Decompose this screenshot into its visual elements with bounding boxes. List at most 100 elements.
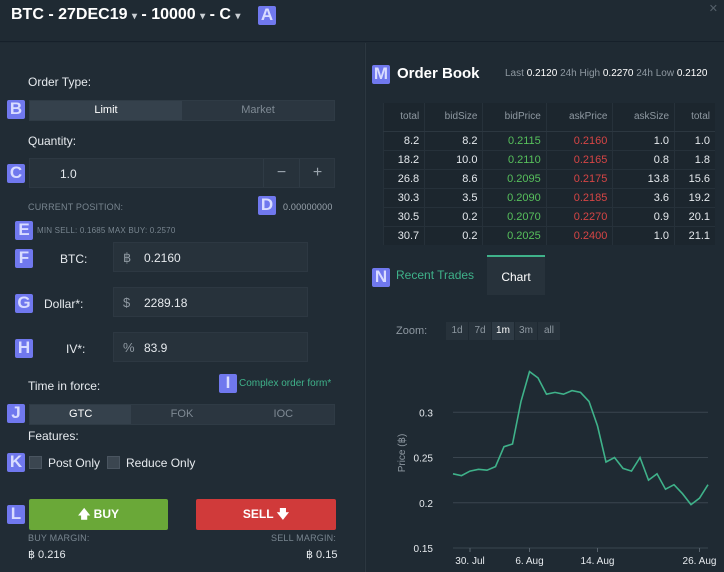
dollar-label: Dollar*: [44,297,84,311]
header: BTC - 27DEC19 ▾ - 10000 ▾ - C ▾ ✕ [0,0,724,42]
high-price: 0.2270 [602,68,634,79]
annotation-marker-b: B [7,100,25,119]
table-row[interactable]: 8.2 8.2 0.2115 0.2160 1.0 1.0 [382,130,715,150]
col-ask-price: askPrice [545,103,613,132]
table-row[interactable]: 26.8 8.6 0.2095 0.2175 13.8 15.6 [382,168,715,188]
annotation-marker-i: I [219,374,237,393]
tif-gtc[interactable]: GTC [30,405,132,424]
sell-margin-label: SELL MARGIN: [271,533,337,543]
arrow-up-icon: 🡅 [77,507,91,521]
close-icon[interactable]: ✕ [709,2,718,15]
arrow-down-icon: 🡇 [276,507,290,521]
sell-button-label: SELL [242,507,274,521]
dollar-icon: $ [123,295,131,310]
price-chart[interactable]: 0.3 0.25 0.2 0.15 30. Jul 6. Aug 14. Aug 26. Au… [383,348,718,568]
quantity-label: Quantity: [28,134,77,148]
x-tick-label: 6. Aug [515,556,543,567]
bitcoin-icon: ฿ [123,250,132,265]
strike-selector[interactable]: 10000 [151,6,196,23]
zoom-3m[interactable]: 3m [515,322,537,340]
y-tick-label: 0.3 [419,408,433,419]
quantity-stepper: 1.0 − + [29,158,335,188]
col-total-bid: total [382,103,425,132]
buy-button-label: BUY [93,507,120,521]
y-axis-label: Price (฿) [397,434,408,473]
buy-margin-value: ฿ 0.216 [28,549,66,561]
order-type-market[interactable]: Market [182,101,334,120]
percent-icon: % [123,340,135,355]
table-row[interactable]: 30.7 0.2 0.2025 0.2400 1.0 21.1 [382,225,715,245]
quantity-input[interactable]: 1.0 [60,167,77,181]
order-form-panel: Order Type: Limit Market Quantity: 1.0 −… [0,43,364,572]
annotation-marker-f: F [15,249,33,268]
x-tick-label: 30. Jul [455,556,484,567]
reduce-only-checkbox[interactable] [107,456,120,469]
tab-chart[interactable]: Chart [487,255,545,295]
dollar-price-field[interactable]: $ 2289.18 [113,287,308,317]
current-position-label: CURRENT POSITION: [28,202,124,212]
post-only-checkbox[interactable] [29,456,42,469]
tif-fok[interactable]: FOK [131,405,232,424]
chevron-down-icon[interactable]: ▾ [235,11,240,22]
reduce-only-label: Reduce Only [126,456,196,470]
annotation-marker-l: L [7,505,25,524]
zoom-all[interactable]: all [538,322,560,340]
annotation-marker-j: J [7,404,25,423]
table-row[interactable]: 30.3 3.5 0.2090 0.2185 3.6 19.2 [382,187,715,207]
x-tick-label: 26. Aug [683,556,717,567]
current-position-value: 0.00000000 [283,202,333,212]
price-series-line [452,370,709,506]
col-bid-size: bidSize [424,103,483,132]
tif-ioc[interactable]: IOC [233,405,334,424]
low-price: 0.2120 [676,68,708,79]
iv-label: IV*: [66,342,86,356]
expiry-selector[interactable]: 27DEC19 [58,6,127,23]
annotation-marker-c: C [7,164,25,183]
annotation-marker-h: H [15,339,33,358]
btc-price-field[interactable]: ฿ 0.2160 [113,242,308,272]
last-price: 0.2120 [526,68,558,79]
x-tick-label: 14. Aug [581,556,615,567]
buy-button[interactable]: 🡅 BUY [29,499,168,530]
zoom-1m[interactable]: 1m [492,322,514,340]
complex-order-link[interactable]: Complex order form* [239,378,331,389]
iv-value[interactable]: 83.9 [144,341,167,355]
decrement-button[interactable]: − [263,159,299,187]
zoom-label: Zoom: [396,325,428,337]
instrument-title[interactable]: BTC - 27DEC19 ▾ - 10000 ▾ - C ▾ [11,6,240,24]
zoom-1d[interactable]: 1d [446,322,468,340]
iv-field[interactable]: % 83.9 [113,332,308,362]
order-type-limit[interactable]: Limit [30,101,182,120]
annotation-marker-n: N [372,268,390,287]
annotation-marker-a: A [258,6,276,25]
col-bid-price: bidPrice [482,103,547,132]
time-in-force-label: Time in force: [28,379,101,393]
annotation-marker-g: G [15,294,33,313]
zoom-7d[interactable]: 7d [469,322,491,340]
dollar-price-value[interactable]: 2289.18 [144,296,187,310]
table-row[interactable]: 30.5 0.2 0.2070 0.2270 0.9 20.1 [382,206,715,226]
features-label: Features: [28,429,79,443]
col-total-ask: total [674,103,715,132]
market-tabs: Recent Trades Chart [383,255,721,295]
btc-label: BTC: [60,252,88,266]
order-book-table: total bidSize bidPrice askPrice askSize … [382,103,715,245]
sell-margin-value: ฿ 0.15 [306,549,338,561]
order-book-title: Order Book [397,65,480,82]
increment-button[interactable]: + [299,159,335,187]
y-tick-label: 0.25 [414,454,434,465]
instrument-name: BTC [11,6,44,23]
market-panel: Order Book Last 0.2120 24h High 0.2270 2… [365,43,724,572]
sell-button[interactable]: SELL 🡇 [196,499,336,530]
col-ask-size: askSize [612,103,675,132]
annotation-marker-e: E [15,221,33,240]
tab-recent-trades[interactable]: Recent Trades [396,255,474,295]
order-type-selector: Limit Market [29,100,335,121]
annotation-marker-k: K [7,453,25,472]
y-tick-label: 0.2 [419,499,433,510]
table-row[interactable]: 18.2 10.0 0.2110 0.2165 0.8 1.8 [382,149,715,169]
annotation-marker-m: M [372,64,390,84]
btc-price-value[interactable]: 0.2160 [144,251,181,265]
min-max-info: MIN SELL: 0.1685 MAX BUY: 0.2570 [37,226,176,235]
option-type-selector[interactable]: C [219,6,231,23]
